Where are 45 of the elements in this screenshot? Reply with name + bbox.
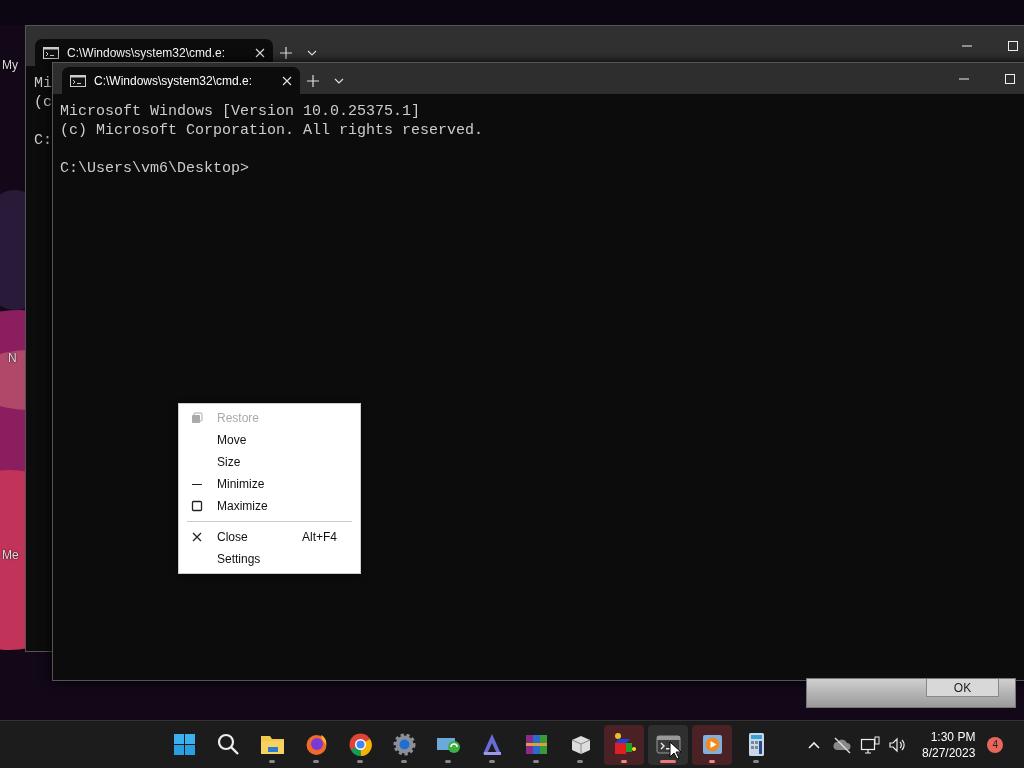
tab-title: C:\Windows\system32\cmd.e: <box>67 45 227 60</box>
terminal-tab[interactable]: C:\Windows\system32\cmd.e: <box>62 67 300 94</box>
desktop-icon-label[interactable]: N <box>8 351 17 365</box>
console-text: C: <box>34 131 52 150</box>
console-text: (c <box>34 93 52 112</box>
console-text: (c) Microsoft Corporation. All rights reserved. <box>60 121 484 140</box>
cursor-icon <box>669 740 682 760</box>
close-icon <box>191 531 203 543</box>
maximize-icon <box>191 500 203 512</box>
minimize-icon[interactable] <box>959 77 969 80</box>
desktop-icon-label[interactable]: Me <box>2 548 19 562</box>
taskbar-button[interactable] <box>604 724 644 765</box>
menu-item[interactable]: Settings <box>179 548 360 570</box>
notification-badge[interactable]: 4 <box>987 736 1004 753</box>
close-icon[interactable] <box>255 47 265 58</box>
taskbar-button[interactable] <box>692 724 732 765</box>
menu-item[interactable]: Move <box>179 429 360 451</box>
menu-item[interactable]: Minimize <box>179 473 360 495</box>
restore-icon <box>191 412 203 424</box>
close-icon[interactable] <box>282 75 292 86</box>
menu-item[interactable]: Maximize <box>179 495 360 517</box>
network-icon[interactable] <box>860 734 880 755</box>
ok-button[interactable]: OK <box>926 679 999 697</box>
console-text: Microsoft Windows [Version 10.0.25375.1] <box>60 102 421 121</box>
start-icon <box>171 732 197 757</box>
browser-icon <box>347 732 373 757</box>
plus-icon[interactable] <box>280 47 292 59</box>
gear-icon <box>391 732 417 757</box>
menu-item[interactable]: Size <box>179 451 360 473</box>
chevron-down-icon[interactable] <box>334 78 344 84</box>
console-text: Mi <box>34 74 52 93</box>
console-text: C:\Users\vm6\Desktop> <box>60 159 250 178</box>
maximize-icon[interactable] <box>1005 73 1015 84</box>
plus-icon[interactable] <box>307 75 319 87</box>
maximize-icon[interactable] <box>1008 41 1018 51</box>
terminal-icon <box>43 46 59 59</box>
terminal-icon <box>70 74 86 87</box>
clock[interactable]: 1:30 PM 8/27/2023 <box>922 728 976 761</box>
tab-title: C:\Windows\system32\cmd.e: <box>94 73 254 88</box>
chevron-down-icon[interactable] <box>307 50 317 56</box>
menu-item[interactable]: Close Alt+F4 <box>179 526 360 548</box>
desktop-icon-label[interactable]: My <box>2 58 18 72</box>
books-icon <box>523 732 549 757</box>
taskbar-button[interactable] <box>648 724 688 765</box>
search-icon <box>215 732 241 757</box>
